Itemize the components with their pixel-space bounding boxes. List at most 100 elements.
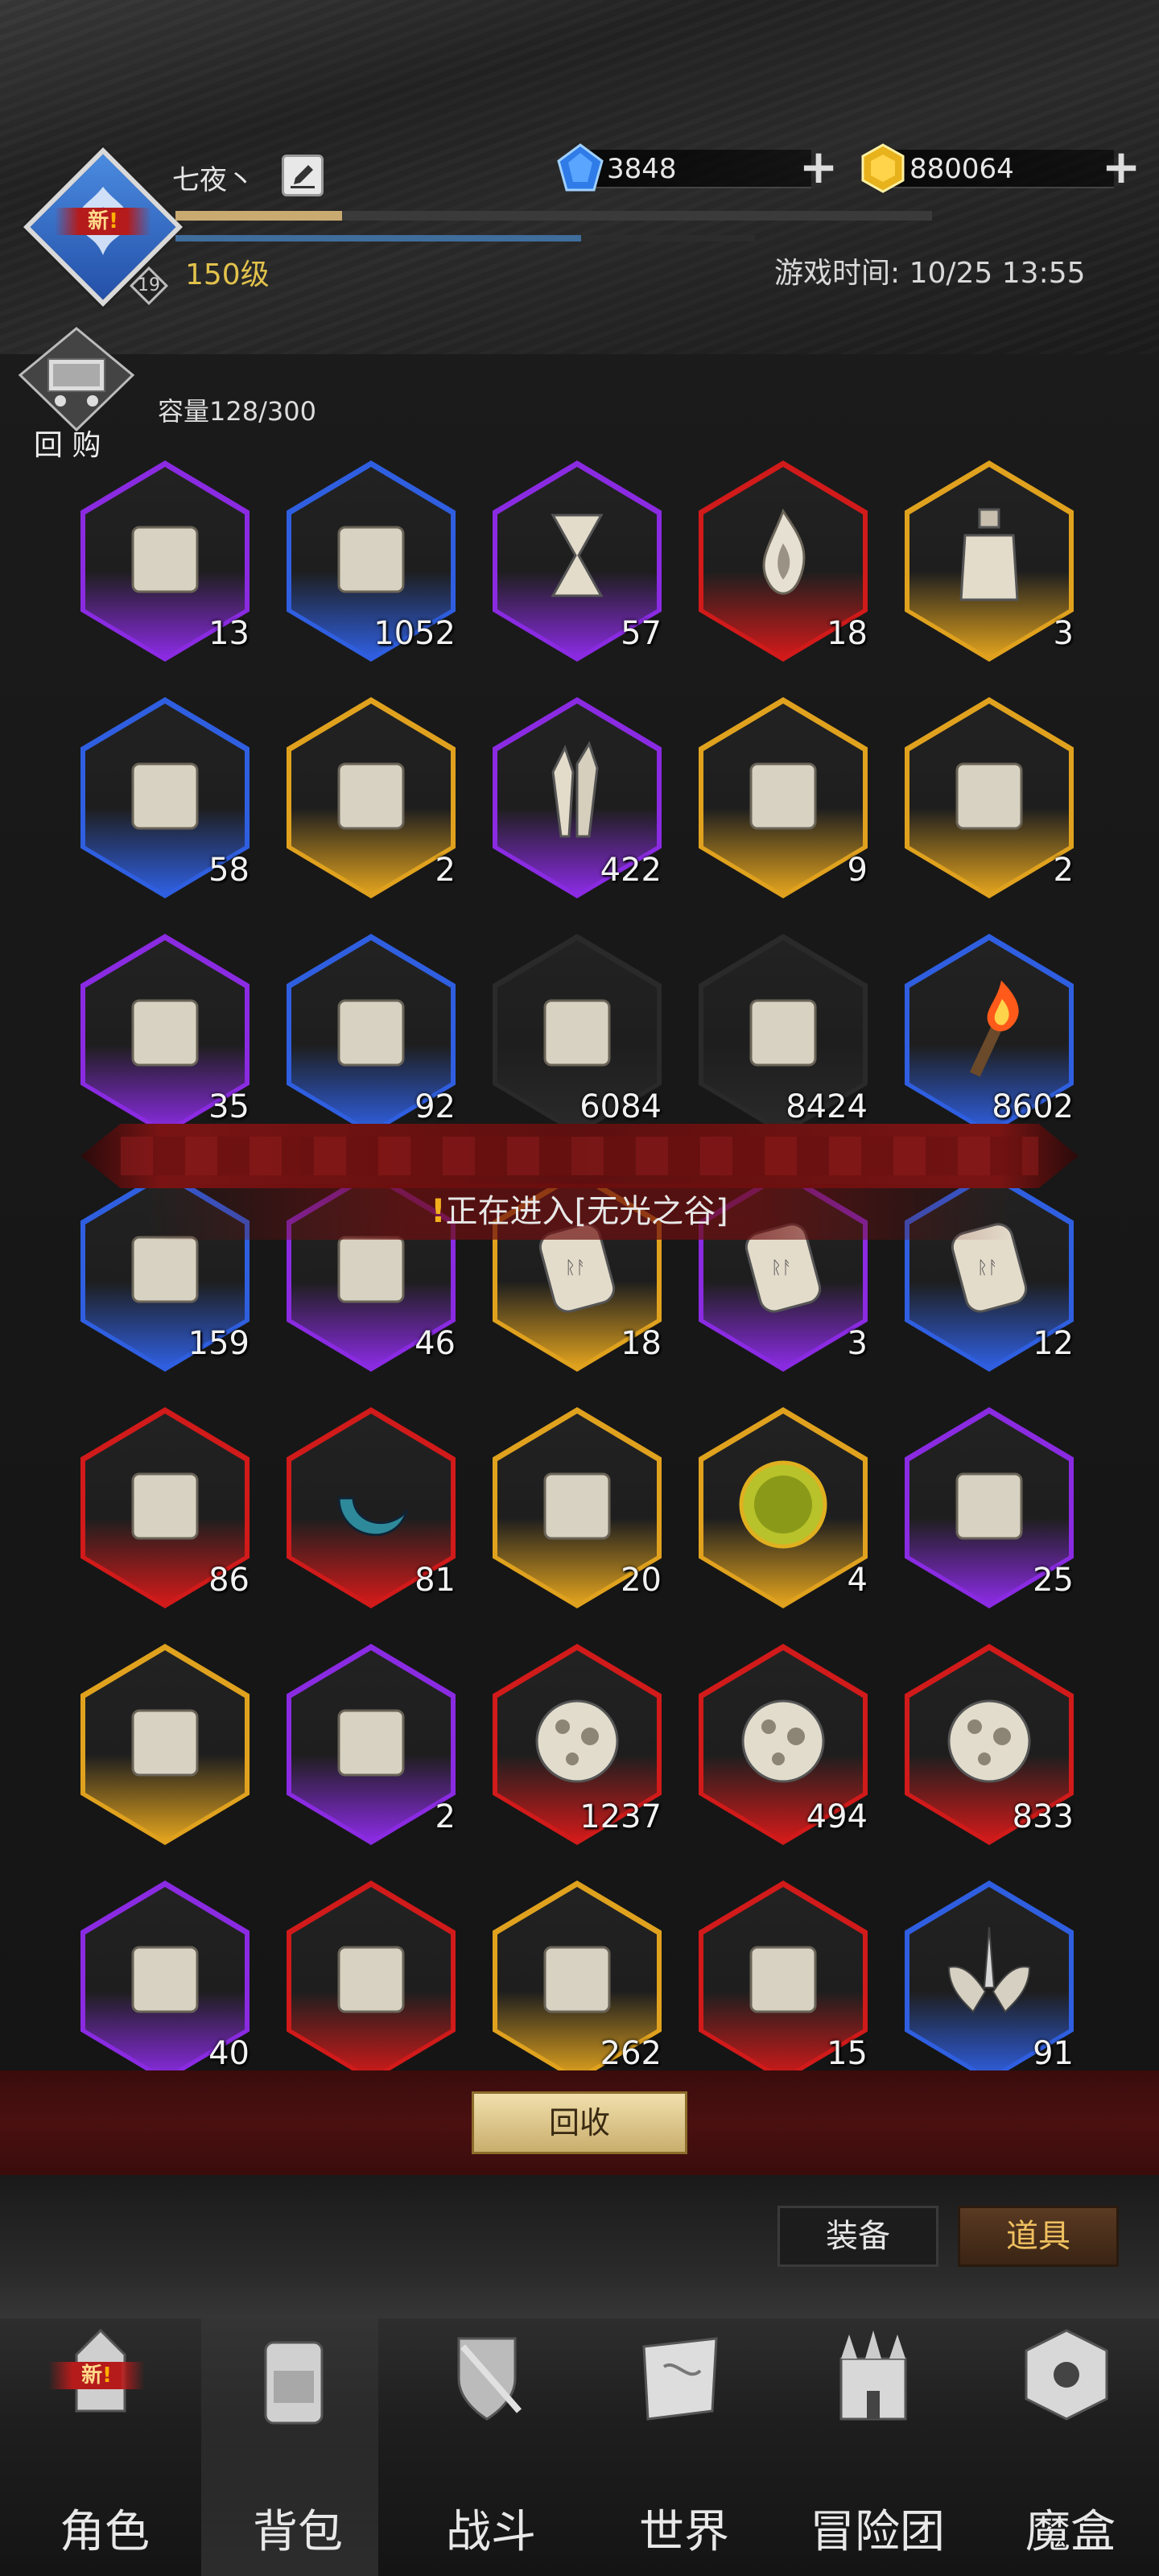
blue-gem-icon [555, 143, 605, 193]
item-count: 40 [208, 2035, 250, 2072]
nav-label: 冒险团 [810, 2506, 945, 2558]
nav-tab-3[interactable]: 战斗 [394, 2318, 571, 2576]
inventory-item[interactable]: 9 [699, 697, 868, 905]
add-gold-button[interactable]: + [1101, 143, 1141, 192]
cratered-orb-icon [941, 1686, 1037, 1799]
item-count: 833 [1012, 1798, 1074, 1835]
svg-text:ᚱᚨ: ᚱᚨ [771, 1258, 792, 1278]
nav-tab-2[interactable]: 背包 [201, 2318, 378, 2576]
gem-currency: 3848 + [555, 143, 839, 193]
inventory-item[interactable]: 13 [80, 460, 250, 668]
nav-tab-5[interactable]: 冒险团 [781, 2318, 958, 2576]
winged-sword-emblem-icon [941, 1923, 1037, 2036]
inventory-item[interactable]: 494 [699, 1644, 868, 1852]
inventory-item[interactable]: 8602 [905, 934, 1074, 1141]
add-gems-button[interactable]: + [798, 143, 839, 192]
amber-orb-icon [735, 1450, 831, 1563]
exp-bar [175, 211, 932, 221]
inventory-item[interactable]: 1237 [493, 1644, 662, 1852]
item-count: 18 [827, 615, 868, 652]
map-scroll-icon [632, 2318, 728, 2439]
inventory-item[interactable] [80, 1644, 250, 1852]
buyback-button[interactable]: 回 购 [16, 327, 137, 464]
cart-icon [18, 327, 135, 432]
bookmark-tablet-icon [529, 1450, 625, 1563]
item-count: 2 [1053, 852, 1074, 889]
inventory-item[interactable]: 1052 [287, 460, 456, 668]
item-count: 3 [847, 1325, 868, 1362]
tab-equipment[interactable]: 装备 [777, 2206, 938, 2267]
flame-icon [735, 503, 831, 616]
item-count: 25 [1033, 1562, 1074, 1599]
item-count: 58 [208, 852, 250, 889]
rune-stone-icon [735, 740, 831, 852]
nav-label: 世界 [639, 2506, 729, 2558]
paper-fragment-icon [735, 976, 831, 1089]
tab-items[interactable]: 道具 [958, 2206, 1119, 2267]
inventory-item[interactable]: 20 [493, 1407, 662, 1615]
game-time: 游戏时间: 10/25 13:55 [774, 257, 1086, 290]
item-count: 9 [847, 852, 868, 889]
inventory-item[interactable]: 92 [287, 934, 456, 1141]
inventory-item[interactable]: 6084 [493, 934, 662, 1141]
item-count: 57 [621, 615, 662, 652]
item-count: 46 [415, 1325, 456, 1362]
inventory-item[interactable]: 2 [287, 697, 456, 905]
inventory-item[interactable]: 58 [80, 697, 250, 905]
recycle-button[interactable]: 回收 [472, 2091, 687, 2154]
inventory-item[interactable]: 18 [699, 460, 868, 668]
item-grid: 13 1052 57 18 3 58 2 422 9 2 35 92 6084 8424 8602 159 46… [80, 460, 1087, 2082]
magic-box-icon [1018, 2318, 1115, 2439]
svg-text:ᚱᚨ: ᚱᚨ [565, 1258, 586, 1278]
fang-jaw-icon [323, 1923, 419, 2036]
inventory-item[interactable]: 57 [493, 460, 662, 668]
inventory-screen: 新! 19 七夜丶 150级 游戏时间: 10/25 13:55 3848 + … [0, 0, 1159, 2576]
gold-gem-icon [858, 143, 908, 193]
inventory-item[interactable]: 81 [287, 1407, 456, 1615]
water-crescent-icon [323, 1450, 419, 1563]
bound-scroll-icon [735, 1923, 831, 2036]
nav-tab-4[interactable]: 世界 [588, 2318, 765, 2576]
inventory-item[interactable]: 40 [80, 1880, 250, 2088]
nav-tab-1[interactable]: 角色 新! [8, 2318, 185, 2576]
item-count: 91 [1033, 2035, 1074, 2072]
inventory-item[interactable]: 8424 [699, 934, 868, 1141]
powder-pile-icon [117, 1923, 213, 2036]
nav-tab-6[interactable]: 魔盒 [974, 2318, 1151, 2576]
sand-pile-icon [529, 1923, 625, 2036]
gem-amount: 3848 [607, 153, 677, 185]
sword-shield-icon [439, 2318, 535, 2439]
edit-name-icon[interactable] [282, 155, 324, 196]
item-count: 159 [188, 1325, 250, 1362]
inventory-item[interactable]: 25 [905, 1407, 1074, 1615]
cratered-orb-icon [529, 1686, 625, 1799]
inventory-item[interactable]: 15 [699, 1880, 868, 2088]
svg-text:ᚱᚨ: ᚱᚨ [977, 1258, 998, 1278]
item-count: 35 [208, 1088, 250, 1125]
crystal-cluster-icon [529, 740, 625, 852]
slash-card-icon [117, 1686, 213, 1799]
cratered-orb-icon [735, 1686, 831, 1799]
inventory-item[interactable]: 35 [80, 934, 250, 1141]
sub-level-badge: 19 [129, 266, 169, 306]
laurel-crystal-icon [117, 740, 213, 852]
item-count: 13 [208, 615, 250, 652]
item-count: 86 [208, 1562, 250, 1599]
castle-icon [825, 2318, 922, 2439]
inventory-item[interactable]: 2 [905, 697, 1074, 905]
inventory-item[interactable]: 3 [905, 460, 1074, 668]
inventory-item[interactable]: 422 [493, 697, 662, 905]
inventory-item[interactable]: 91 [905, 1880, 1074, 2088]
inventory-item[interactable]: 833 [905, 1644, 1074, 1852]
item-count: 6084 [580, 1088, 662, 1125]
crate-scroll-icon [323, 503, 419, 616]
item-count: 3 [1053, 615, 1074, 652]
inventory-item[interactable]: 262 [493, 1880, 662, 2088]
player-name: 七夜丶 [172, 164, 254, 196]
sealed-scroll-icon [117, 976, 213, 1089]
inventory-item[interactable]: 86 [80, 1407, 250, 1615]
inventory-item[interactable]: 4 [699, 1407, 868, 1615]
inventory-item[interactable]: 2 [287, 1644, 456, 1852]
inventory-item[interactable] [287, 1880, 456, 2088]
rolled-scroll-icon [323, 976, 419, 1089]
